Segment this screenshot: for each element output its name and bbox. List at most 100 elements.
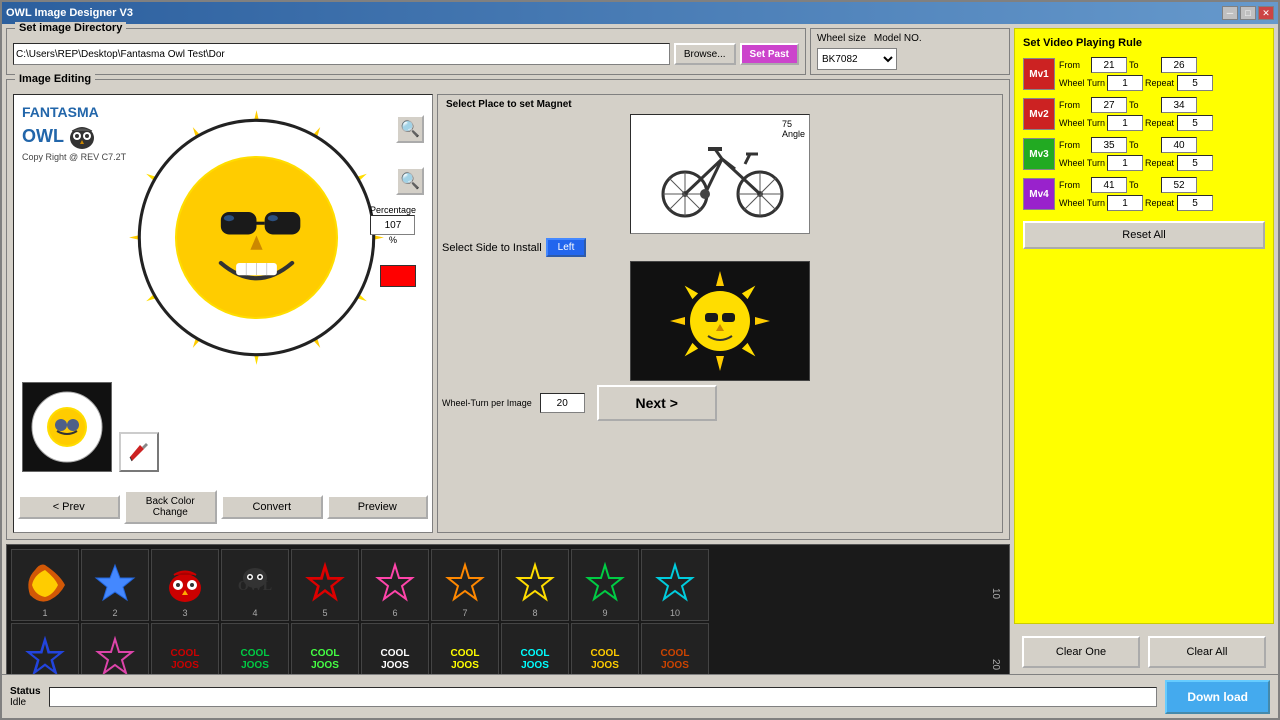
percentage-input[interactable]: [370, 215, 415, 235]
pencil-button[interactable]: [119, 432, 159, 472]
gallery-item-9[interactable]: 9: [571, 549, 639, 621]
model-label: Model NO.: [874, 33, 922, 44]
zoom-in-button[interactable]: 🔍: [396, 115, 424, 143]
wheel-turn-label: Wheel-Turn per Image: [442, 398, 532, 408]
wheel-turn-input[interactable]: [540, 393, 585, 413]
mv2-from-label: From: [1059, 100, 1089, 110]
gallery-item-9-num: 9: [572, 608, 638, 618]
action-buttons: < Prev Back Color Change Convert Preview: [14, 490, 432, 524]
mv4-to-label: To: [1129, 180, 1159, 190]
image-editing-content: FANTASMA OWL: [13, 94, 1003, 533]
select-side-row: Select Side to Install Left: [442, 238, 998, 257]
mv1-wheel-input[interactable]: [1107, 75, 1143, 91]
browse-button[interactable]: Browse...: [674, 43, 736, 65]
mv4-to-input[interactable]: [1161, 177, 1197, 193]
mv3-fields: From To Wheel Turn Repeat: [1059, 137, 1213, 171]
preview-button[interactable]: Preview: [327, 495, 429, 519]
mv3-to-input[interactable]: [1161, 137, 1197, 153]
prev-button[interactable]: < Prev: [18, 495, 120, 519]
mv4-badge: Mv4: [1023, 178, 1055, 210]
gallery-item-3[interactable]: 3: [151, 549, 219, 621]
mv3-repeat-input[interactable]: [1177, 155, 1213, 171]
mv4-repeat-input[interactable]: [1177, 195, 1213, 211]
main-content: Set image Directory Browse... Set Past W…: [2, 24, 1278, 718]
mv3-row: Mv3 From To Wheel Turn Repeat: [1023, 137, 1265, 171]
gallery-row-1: 1 2: [11, 549, 984, 621]
close-button[interactable]: ✕: [1258, 6, 1274, 20]
svg-text:JOOS: JOOS: [591, 660, 619, 671]
reset-all-button[interactable]: Reset All: [1023, 221, 1265, 249]
pencil-icon: [127, 440, 151, 464]
svg-text:COOL: COOL: [521, 648, 550, 659]
mv3-from-row: From To: [1059, 137, 1213, 153]
mv1-to-input[interactable]: [1161, 57, 1197, 73]
mv2-repeat-input[interactable]: [1177, 115, 1213, 131]
mv3-from-label: From: [1059, 140, 1089, 150]
mv4-from-label: From: [1059, 180, 1089, 190]
status-label: Status: [10, 686, 41, 697]
sun-svg: [124, 105, 389, 370]
gallery-item-10[interactable]: 10: [641, 549, 709, 621]
mv3-from-input[interactable]: [1091, 137, 1127, 153]
next-button[interactable]: Next >: [597, 385, 717, 421]
gallery-item-8[interactable]: 8: [501, 549, 569, 621]
clear-all-button[interactable]: Clear All: [1148, 636, 1266, 668]
mv4-fields: From To Wheel Turn Repeat: [1059, 177, 1213, 211]
mv2-to-input[interactable]: [1161, 97, 1197, 113]
wheel-turn-row: Wheel-Turn per Image Next >: [442, 385, 998, 421]
zoom-out-button[interactable]: 🔍: [396, 167, 424, 195]
progress-bar: [49, 687, 1158, 707]
minimize-button[interactable]: ─: [1222, 6, 1238, 20]
mv1-repeat-input[interactable]: [1177, 75, 1213, 91]
color-button[interactable]: [380, 265, 416, 287]
gallery-item-6[interactable]: 6: [361, 549, 429, 621]
svg-text:COOL: COOL: [171, 648, 200, 659]
svg-text:JOOS: JOOS: [381, 660, 409, 671]
back-color-button[interactable]: Back Color Change: [124, 490, 218, 524]
magnet-wrapper: Select Place to set Magnet 75 Angle: [437, 94, 1003, 533]
gallery-item-7[interactable]: 7: [431, 549, 499, 621]
main-window: OWL Image Designer V3 ─ □ ✕ Set image Di…: [0, 0, 1280, 720]
thumbnail-box: [22, 382, 112, 472]
left-side-button[interactable]: Left: [546, 238, 587, 257]
brand-text: FANTASMA: [22, 103, 126, 123]
directory-group-title: Set image Directory: [15, 22, 126, 34]
mv1-from-input[interactable]: [1091, 57, 1127, 73]
gallery-item-4[interactable]: OWL 4: [221, 549, 289, 621]
convert-button[interactable]: Convert: [221, 495, 323, 519]
status-bar: Status Idle Down load: [2, 674, 1278, 718]
mv3-badge: Mv3: [1023, 138, 1055, 170]
wheel-group: Wheel size Model NO. BK7082 BK7083: [810, 28, 1010, 75]
mv1-wheel-row: Wheel Turn Repeat: [1059, 75, 1213, 91]
svg-text:JOOS: JOOS: [661, 660, 689, 671]
mv3-wheel-input[interactable]: [1107, 155, 1143, 171]
left-panel: Set image Directory Browse... Set Past W…: [6, 28, 1010, 714]
percent-sign: %: [389, 235, 397, 245]
maximize-button[interactable]: □: [1240, 6, 1256, 20]
mv4-from-input[interactable]: [1091, 177, 1127, 193]
mv2-row: Mv2 From To Wheel Turn Repeat: [1023, 97, 1265, 131]
mv4-wheel-input[interactable]: [1107, 195, 1143, 211]
mv3-wheel-label: Wheel Turn: [1059, 158, 1105, 168]
image-editing-group: Image Editing FANTASMA OWL: [6, 79, 1010, 540]
gallery-item-7-num: 7: [432, 608, 498, 618]
mv4-wheel-row: Wheel Turn Repeat: [1059, 195, 1213, 211]
status-value: Idle: [10, 697, 41, 708]
model-select[interactable]: BK7082 BK7083: [817, 48, 897, 70]
gallery-item-5[interactable]: 5: [291, 549, 359, 621]
mv2-badge: Mv2: [1023, 98, 1055, 130]
clear-one-button[interactable]: Clear One: [1022, 636, 1140, 668]
directory-input[interactable]: [13, 43, 670, 65]
mv2-to-label: To: [1129, 100, 1159, 110]
video-rules-box: Set Video Playing Rule Mv1 From To Wheel…: [1014, 28, 1274, 624]
download-button[interactable]: Down load: [1165, 680, 1270, 714]
mv2-wheel-input[interactable]: [1107, 115, 1143, 131]
mv2-from-input[interactable]: [1091, 97, 1127, 113]
mv1-from-label: From: [1059, 60, 1089, 70]
gallery-item-2[interactable]: 2: [81, 549, 149, 621]
owl-icon: [68, 123, 96, 151]
set-past-button[interactable]: Set Past: [740, 43, 799, 65]
gallery-item-1[interactable]: 1: [11, 549, 79, 621]
gallery-item-8-num: 8: [502, 608, 568, 618]
svg-text:JOOS: JOOS: [171, 660, 199, 671]
